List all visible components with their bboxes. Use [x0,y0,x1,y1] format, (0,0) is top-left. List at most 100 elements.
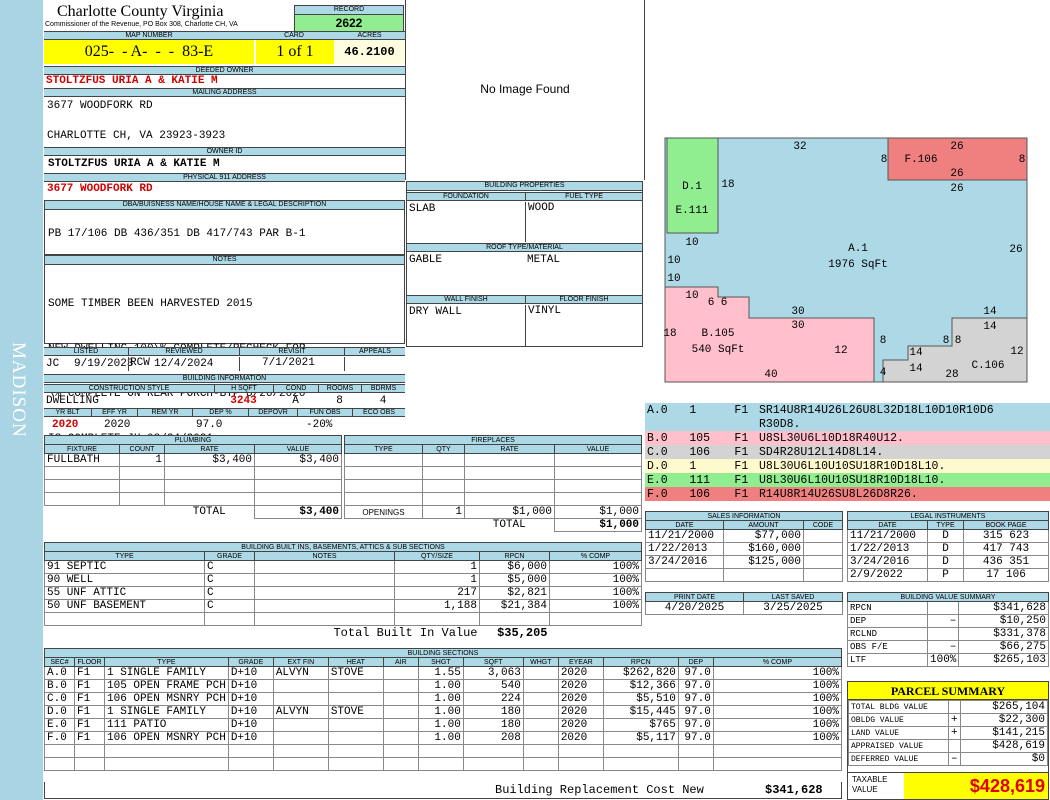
section-cell: A.0 [44,666,75,680]
builtins-col: RPCN [479,551,550,561]
section-col: EYEAR [557,657,604,667]
sketch-label: 40 [764,369,777,381]
segment-codes: A.0 1 F1 SR14U8R14U26L26U8L32D18L10D10R10D6… [645,403,1050,501]
section-cell: 540 [462,679,524,693]
sketch-label: E.111 [675,205,708,217]
segment-floor: F1 [734,431,749,445]
count: 1 [119,453,165,467]
floor-finish-label: FLOOR FINISH [525,295,642,304]
listed-date: 9/19/2023 [74,358,134,370]
table-row: 91 SEPTIC C 1 $6,000 100% [44,560,642,574]
bvs-value: $341,628 [958,601,1049,615]
sketch-label: 26 [950,141,963,153]
bvs-item: DEP [847,614,928,628]
segment-num: 1 [689,459,697,473]
table-row: 1/22/2013 D 417 743 [847,542,1049,556]
section-cell: C.0 [44,692,75,706]
section-cell: B.0 [44,679,75,693]
builtins-col: TYPE [44,551,205,561]
section-cell: 100% [712,705,843,719]
bvs-value: $265,103 [958,653,1049,667]
sale-date: 11/21/2000 [645,529,724,543]
wall-finish-label: WALL FINISH [407,295,525,304]
roof-material-value: METAL [527,254,561,266]
sketch-label: 8 [943,335,950,347]
sale-date: 1/22/2013 [645,542,724,556]
legal-description: PB 17/106 DB 436/351 DB 417/743 PAR B-1 [48,228,306,240]
district-label: MADISON [8,342,29,438]
fireplaces-table: FIREPLACES TYPE QTY RATE VALUE OPENINGS 1 $1,… [344,435,642,532]
legal-date: 3/24/2016 [847,555,928,569]
last-saved: 3/25/2025 [743,601,843,615]
section-cell [327,692,384,706]
legal-description-label: DBA/BUISNESS NAME/HOUSE NAME & LEGAL DES… [45,201,404,210]
hsqft-value: 3243 [230,395,257,407]
dep-label: DEP % [192,408,248,417]
section-cell: ALVYN [272,705,329,719]
parcel-value: $428,619 [960,739,1048,753]
parcel-sign: + [948,726,961,740]
reviewed-date: 12/4/2024 [154,358,214,370]
building-sections-table: BUILDING SECTIONS SEC# FLOOR TYPE GRADE EXT … [44,648,843,771]
sale-date: 3/24/2016 [645,555,724,569]
segment-floor: F1 [734,487,749,501]
openings-label: OPENINGS [344,505,423,519]
building-information-label: BUILDING INFORMATION [44,374,405,383]
card-number: 1 of 1 [256,40,334,64]
section-cell: 100% [712,731,843,745]
sketch-label: 30 [791,320,804,332]
table-row: F.0 F1 106 OPEN MSNRY PCH D+10 1.00 208 2020 $5… [44,731,843,745]
section-cell: 1.55 [417,666,464,680]
segment-row: F.0 106 F1 R14U8R14U26SU8L26D8R26. [645,487,1050,501]
acres-label: ACRES [334,31,405,40]
section-cell [272,718,329,732]
builtins-col: QTY/SIZE [394,551,480,561]
section-cell [522,718,559,732]
appeals-label: APPEALS [344,347,405,356]
table-row: 3/24/2016 D 436 351 [847,555,1049,569]
built-ins-label: BUILDING BUILT INS, BASEMENTS, ATTICS & … [44,542,642,552]
parcel-summary-title: PARCEL SUMMARY [848,682,1048,700]
section-col: SHGT [417,657,464,667]
sketch-label: 28 [945,369,958,381]
section-cell: 106 OPEN MSNRY PCH [104,692,229,706]
table-row: 2/9/2022 P 17 106 [847,568,1049,582]
table-row: 1/22/2013 $160,000 [645,542,843,556]
sketch-label: 12 [1010,346,1023,358]
section-cell [382,731,419,745]
parcel-item: APPRAISED VALUE [848,739,949,753]
section-cell: F.0 [44,731,75,745]
section-cell: F1 [74,692,105,706]
section-cell: STOVE [327,705,384,719]
note-line: SOME TIMBER BEEN HARVESTED 2015 [48,298,253,310]
hsqft-label: H SQFT [214,384,273,393]
section-col: EXT FIN [272,657,329,667]
fireplace-total: $1,000 [554,518,642,532]
sale-amount: $160,000 [723,542,804,556]
builtin-rpcn: $6,000 [479,560,550,574]
sketch-label: B.105 [701,328,734,340]
fireplace-col: VALUE [554,444,642,454]
taxable-value: $428,619 [904,773,1048,799]
section-cell: 224 [462,692,524,706]
section-cell: 3,063 [462,666,524,680]
segment-row: R30D8. [645,417,1050,431]
table-row: D.0 F1 1 SINGLE FAMILY D+10 ALVYN STOVE 1.00 18… [44,705,843,719]
building-properties-label: BUILDING PROPERTIES [407,182,642,191]
section-cell: E.0 [44,718,75,732]
plumbing-col: RATE [164,444,255,454]
ecoobs-label: ECO OBS [352,408,405,417]
appeals-value [344,357,345,371]
segment-num: 106 [689,487,711,501]
builtin-comp: 100% [549,573,642,587]
sketch-label: 6 [721,297,728,309]
section-cell [382,718,419,732]
legal-date: 11/21/2000 [847,529,928,543]
bvs-label: BUILDING VALUE SUMMARY [847,592,1049,602]
legal-label: LEGAL INSTRUMENTS [847,511,1049,521]
section-cell: 2020 [557,679,604,693]
print-date: 4/20/2025 [645,601,744,615]
segment-sec: D.0 [647,459,668,473]
table-row: 55 UNF ATTIC C 217 $2,821 100% [44,586,642,600]
bvs-item: RPCN [847,601,928,615]
